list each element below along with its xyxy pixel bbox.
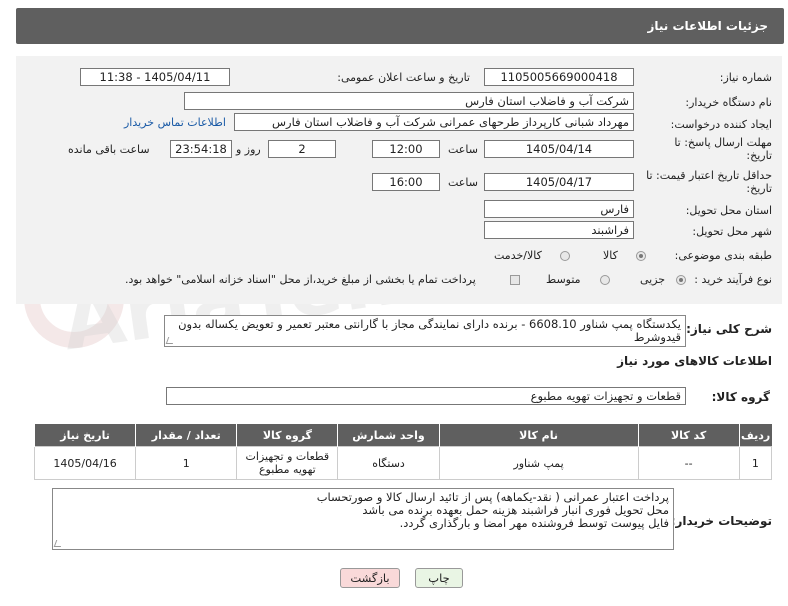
goods-table: ردیف کد کالا نام کالا واحد شمارش گروه کا… — [33, 424, 773, 480]
reply-deadline-label: مهلت ارسال پاسخ: تا تاریخ: — [674, 136, 772, 162]
days-label: روز و — [236, 143, 261, 156]
announce-field[interactable]: 1405/04/11 - 11:38 — [80, 68, 230, 86]
purchase-medium-label: متوسط — [546, 273, 581, 286]
category-goods-label: کالا — [603, 249, 618, 262]
print-button[interactable]: چاپ — [415, 568, 463, 588]
purchase-minor-radio[interactable] — [676, 275, 686, 285]
col-group: گروه کالا — [236, 424, 338, 447]
purchase-type-label: نوع فرآیند خرید : — [694, 273, 772, 286]
col-qty: تعداد / مقدار — [135, 424, 237, 447]
city-field[interactable]: فراشبند — [484, 221, 634, 239]
buyer-notes-label: توضیحات خریدار: — [670, 514, 772, 528]
price-date-field[interactable]: 1405/04/17 — [484, 173, 634, 191]
purchase-medium-radio[interactable] — [600, 275, 610, 285]
summary-label: شرح کلی نیاز: — [686, 322, 772, 336]
col-name: نام کالا — [438, 424, 639, 447]
col-unit: واحد شمارش — [337, 424, 440, 447]
category-service-label: کالا/خدمت — [494, 249, 542, 262]
category-service-radio[interactable] — [560, 251, 570, 261]
cell-date: 1405/04/16 — [33, 446, 137, 480]
province-label: استان محل تحویل: — [685, 204, 772, 217]
cell-row: 1 — [738, 446, 773, 480]
reply-time-field[interactable]: 12:00 — [372, 140, 440, 158]
price-time-field[interactable]: 16:00 — [372, 173, 440, 191]
col-date: تاریخ نیاز — [33, 424, 136, 447]
cell-name: پمپ شناور — [438, 446, 639, 480]
city-label: شهر محل تحویل: — [692, 225, 772, 238]
days-field[interactable]: 2 — [268, 140, 336, 158]
page-title: جزئیات اطلاعات نیاز — [647, 19, 768, 33]
price-time-label: ساعت — [448, 176, 478, 189]
summary-textarea[interactable]: یکدستگاه پمپ شناور 6608.10 - برنده دارای… — [164, 315, 686, 347]
table-row[interactable]: 1 -- پمپ شناور دستگاه قطعات و تجهیزات ته… — [33, 446, 773, 480]
remaining-time-field[interactable]: 23:54:18 — [170, 140, 232, 158]
cell-code: -- — [637, 446, 740, 480]
buyer-notes-line: فایل پیوست توسط فروشنده مهر امضا و بارگذ… — [399, 516, 669, 530]
need-number-field[interactable]: 1105005669000418 — [484, 68, 634, 86]
reply-time-label: ساعت — [448, 143, 478, 156]
buyer-notes-textarea[interactable]: پرداخت اعتبار عمرانی ( نقد-یکماهه) پس از… — [52, 488, 674, 550]
goods-info-title: اطلاعات کالاهای مورد نیاز — [617, 354, 772, 368]
contact-buyer-link[interactable]: اطلاعات تماس خریدار — [124, 116, 226, 129]
price-validity-label: حداقل تاریخ اعتبار قیمت: تا تاریخ: — [646, 169, 772, 195]
purchase-minor-label: جزیی — [640, 273, 666, 286]
resize-handle-icon[interactable] — [165, 337, 176, 344]
category-label: طبقه بندی موضوعی: — [674, 249, 772, 262]
goods-group-label: گروه کالا: — [711, 390, 770, 404]
buyer-org-field[interactable]: شرکت آب و فاضلاب استان فارس — [184, 92, 634, 110]
cell-group: قطعات و تجهیزات تهویه مطبوع — [236, 446, 339, 480]
col-row: ردیف — [738, 424, 772, 447]
cell-qty: 1 — [135, 446, 238, 480]
category-goods-radio[interactable] — [636, 251, 646, 261]
creator-label: ایجاد کننده درخواست: — [670, 118, 772, 131]
table-header-row: ردیف کد کالا نام کالا واحد شمارش گروه کا… — [33, 424, 772, 447]
page-header: جزئیات اطلاعات نیاز — [16, 8, 784, 44]
back-button[interactable]: بازگشت — [340, 568, 400, 588]
creator-field[interactable]: مهرداد شبانی کارپرداز طرحهای عمرانی شرکت… — [234, 113, 634, 131]
remaining-label: ساعت باقی مانده — [68, 143, 150, 156]
col-code: کد کالا — [637, 424, 740, 447]
treasury-payment-checkbox[interactable] — [510, 275, 520, 285]
treasury-payment-note: پرداخت تمام یا بخشی از مبلغ خرید،از محل … — [125, 273, 476, 286]
cell-unit: دستگاه — [337, 446, 440, 480]
resize-handle-icon[interactable] — [53, 540, 64, 547]
province-field[interactable]: فارس — [484, 200, 634, 218]
need-number-label: شماره نیاز: — [719, 71, 772, 84]
announce-label: تاریخ و ساعت اعلان عمومی: — [337, 71, 470, 84]
buyer-org-label: نام دستگاه خریدار: — [685, 96, 772, 109]
reply-date-field[interactable]: 1405/04/14 — [484, 140, 634, 158]
summary-text: یکدستگاه پمپ شناور 6608.10 - برنده دارای… — [178, 317, 681, 344]
goods-group-field[interactable]: قطعات و تجهیزات تهویه مطبوع — [166, 387, 686, 405]
